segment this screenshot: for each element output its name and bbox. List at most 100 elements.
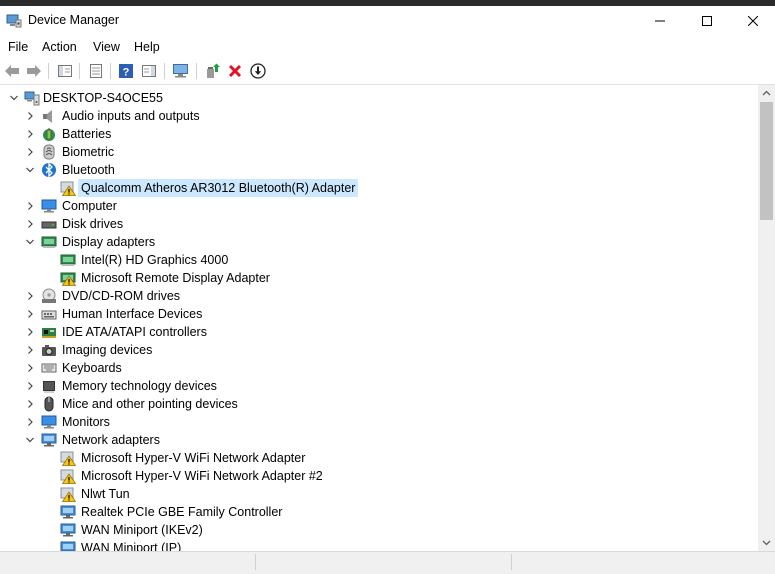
close-button[interactable] — [730, 6, 775, 36]
tree-item-label: Qualcomm Atheros AR3012 Bluetooth(R) Ada… — [78, 179, 359, 197]
computer-root-icon — [24, 91, 40, 106]
action-pane-button[interactable] — [139, 61, 159, 81]
tree-category[interactable]: Audio inputs and outputs — [0, 107, 758, 125]
network-adapter-icon — [60, 541, 76, 551]
device-manager-app-icon — [6, 14, 22, 28]
tree-category[interactable]: Imaging devices — [0, 341, 758, 359]
tree-item-label: Computer — [62, 199, 117, 213]
tree-category[interactable]: Biometric — [0, 143, 758, 161]
tree-item-label: Microsoft Hyper-V WiFi Network Adapter — [81, 451, 306, 465]
chevron-down-icon[interactable] — [24, 164, 36, 176]
back-arrow-icon — [5, 65, 19, 77]
chevron-right-icon[interactable] — [24, 308, 36, 320]
help-button[interactable]: ? — [116, 61, 136, 81]
tree-device[interactable]: Intel(R) HD Graphics 4000 — [0, 251, 758, 269]
minimize-button[interactable] — [637, 6, 683, 36]
tree-item-label: Network adapters — [62, 433, 160, 447]
chevron-down-icon — [762, 540, 771, 546]
root-label: DESKTOP-S4OCE55 — [43, 91, 163, 105]
computer-icon — [41, 199, 57, 213]
tree-item-label: Audio inputs and outputs — [62, 109, 200, 123]
chevron-right-icon[interactable] — [24, 344, 36, 356]
forward-button[interactable] — [24, 61, 44, 81]
vertical-scrollbar[interactable] — [758, 85, 775, 551]
menu-action[interactable]: Action — [42, 40, 77, 54]
keyboard-icon — [41, 363, 57, 373]
show-hide-console-tree-button[interactable] — [55, 61, 75, 81]
tree-category[interactable]: DVD/CD-ROM drives — [0, 287, 758, 305]
scroll-down-button[interactable] — [758, 534, 775, 551]
tree-category[interactable]: Monitors — [0, 413, 758, 431]
scroll-thumb[interactable] — [760, 102, 773, 220]
maximize-button[interactable] — [684, 6, 730, 36]
chevron-down-icon[interactable] — [24, 236, 36, 248]
tree-category[interactable]: IDE ATA/ATAPI controllers — [0, 323, 758, 341]
chevron-right-icon[interactable] — [24, 398, 36, 410]
tree-item-label: WAN Miniport (IP) — [81, 541, 182, 551]
tree-root[interactable]: DESKTOP-S4OCE55 — [0, 89, 758, 107]
tree-item-label: Nlwt Tun — [81, 487, 130, 501]
uninstall-device-icon — [228, 64, 242, 78]
display-adapter-icon — [41, 236, 57, 248]
display-adapter-icon — [60, 254, 76, 266]
chevron-down-icon[interactable] — [8, 92, 20, 104]
title-bar[interactable]: Device Manager — [0, 6, 775, 36]
chevron-right-icon[interactable] — [24, 380, 36, 392]
tree-category[interactable]: Memory technology devices — [0, 377, 758, 395]
chevron-right-icon[interactable] — [24, 362, 36, 374]
tree-category[interactable]: Network adapters — [0, 431, 758, 449]
warning-icon — [60, 469, 76, 484]
tree-category[interactable]: Human Interface Devices — [0, 305, 758, 323]
tree-category[interactable]: Disk drives — [0, 215, 758, 233]
menu-view[interactable]: View — [93, 40, 120, 54]
forward-arrow-icon — [27, 65, 41, 77]
tree-category[interactable]: Display adapters — [0, 233, 758, 251]
chevron-right-icon[interactable] — [24, 290, 36, 302]
chevron-right-icon[interactable] — [24, 218, 36, 230]
tree-category[interactable]: Mice and other pointing devices — [0, 395, 758, 413]
chevron-down-icon[interactable] — [24, 434, 36, 446]
toolbar-separator — [79, 63, 80, 79]
disable-device-button[interactable] — [248, 61, 268, 81]
tree-item-label: Keyboards — [62, 361, 122, 375]
tree-device[interactable]: Realtek PCIe GBE Family Controller — [0, 503, 758, 521]
uninstall-device-button[interactable] — [225, 61, 245, 81]
chevron-right-icon[interactable] — [24, 146, 36, 158]
tree-category[interactable]: Batteries — [0, 125, 758, 143]
chevron-right-icon[interactable] — [24, 200, 36, 212]
tree-device[interactable]: Microsoft Hyper-V WiFi Network Adapter — [0, 449, 758, 467]
warning-icon — [60, 181, 76, 196]
status-section — [0, 554, 256, 570]
tree-item-label: Bluetooth — [62, 163, 115, 177]
properties-button[interactable] — [86, 61, 106, 81]
menu-help[interactable]: Help — [134, 40, 160, 54]
tree-category[interactable]: Computer — [0, 197, 758, 215]
update-driver-button[interactable] — [202, 61, 222, 81]
status-section — [256, 554, 512, 570]
tree-device[interactable]: WAN Miniport (IP) — [0, 539, 758, 551]
tree-item-label: Mice and other pointing devices — [62, 397, 238, 411]
scan-hardware-changes-button[interactable] — [171, 61, 191, 81]
scroll-up-button[interactable] — [758, 85, 775, 102]
hid-icon — [41, 310, 57, 320]
chevron-up-icon — [762, 90, 771, 96]
tree-device[interactable]: Qualcomm Atheros AR3012 Bluetooth(R) Ada… — [0, 179, 758, 197]
back-button[interactable] — [2, 61, 22, 81]
chevron-right-icon[interactable] — [24, 326, 36, 338]
tree-item-label: DVD/CD-ROM drives — [62, 289, 181, 303]
tree-category[interactable]: Bluetooth — [0, 161, 758, 179]
tree-category[interactable]: Keyboards — [0, 359, 758, 377]
speaker-icon — [43, 110, 52, 123]
device-tree[interactable]: DESKTOP-S4OCE55 Audio inputs and outputs… — [0, 85, 758, 551]
tree-device[interactable]: Nlwt Tun — [0, 485, 758, 503]
tree-device[interactable]: Microsoft Hyper-V WiFi Network Adapter #… — [0, 467, 758, 485]
menu-file[interactable]: File — [8, 40, 28, 54]
tree-device[interactable]: Microsoft Remote Display Adapter — [0, 269, 758, 287]
chevron-right-icon[interactable] — [24, 110, 36, 122]
fingerprint-icon — [43, 144, 55, 160]
chevron-right-icon[interactable] — [24, 128, 36, 140]
chevron-right-icon[interactable] — [24, 416, 36, 428]
warning-icon — [60, 451, 76, 466]
status-bar — [0, 551, 775, 574]
tree-device[interactable]: WAN Miniport (IKEv2) — [0, 521, 758, 539]
